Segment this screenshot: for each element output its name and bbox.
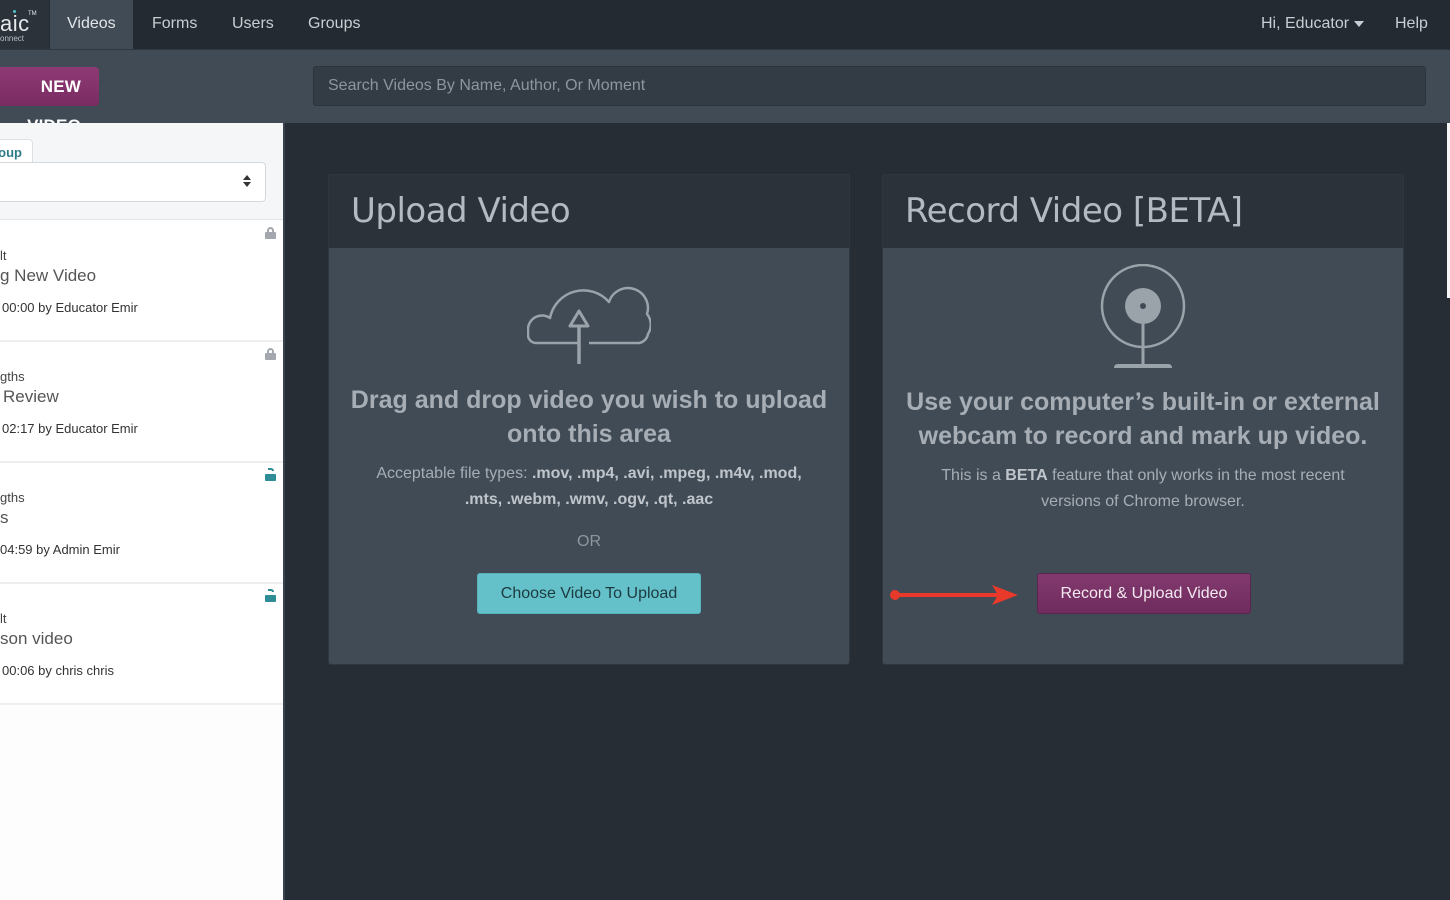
- annotation-arrow-icon: [890, 585, 1018, 605]
- file-types-label: Acceptable file types:: [376, 465, 532, 482]
- select-arrows-icon: [243, 175, 251, 187]
- video-list-item[interactable]: gths s 04:59 by Admin Emir: [0, 463, 283, 584]
- logo-dot: [13, 10, 16, 13]
- record-upload-button[interactable]: Record & Upload Video: [1037, 573, 1251, 614]
- nav-tab-groups[interactable]: Groups: [291, 0, 377, 49]
- video-list-sidebar: oup lt g New Video 00:00 by Educator Emi…: [0, 123, 285, 900]
- cloud-upload-icon: [329, 284, 849, 369]
- user-menu[interactable]: Hi, Educator: [1261, 0, 1365, 49]
- video-list-item[interactable]: gths Review 02:17 by Educator Emir: [0, 342, 283, 463]
- file-types-text: Acceptable file types: .mov, .mp4, .avi,…: [359, 461, 819, 513]
- user-menu-label: Hi, Educator: [1261, 15, 1350, 32]
- upload-video-panel[interactable]: Upload Video Drag and drop video you wis…: [328, 174, 850, 665]
- record-panel-title: Record Video [BETA]: [883, 175, 1403, 248]
- new-video-button[interactable]: NEW VIDEO: [0, 67, 99, 135]
- nav-tab-forms[interactable]: Forms: [135, 0, 214, 49]
- caret-down-icon: [1354, 20, 1365, 27]
- group-select[interactable]: [0, 162, 266, 202]
- nav-tab-users[interactable]: Users: [215, 0, 291, 49]
- logo[interactable]: aic TM onnect: [0, 0, 49, 49]
- beta-note-suffix: feature that only works in the most rece…: [1041, 467, 1345, 510]
- logo-subtext: onnect: [0, 34, 25, 43]
- unlock-icon: [265, 468, 276, 481]
- video-group: gths: [0, 490, 25, 505]
- logo-tm: TM: [28, 11, 37, 17]
- video-group: lt: [0, 248, 7, 263]
- beta-note: This is a BETA feature that only works i…: [913, 463, 1373, 515]
- upload-drop-zone[interactable]: Drag and drop video you wish to upload o…: [329, 248, 849, 664]
- video-group: lt: [0, 611, 7, 626]
- beta-note-prefix: This is a: [941, 467, 1006, 484]
- lock-icon: [265, 348, 276, 360]
- sidebar-header: oup: [0, 123, 283, 220]
- help-link[interactable]: Help: [1395, 0, 1428, 49]
- video-title: s: [0, 508, 9, 527]
- toolbar: NEW VIDEO Search Videos By Name, Author,…: [0, 49, 1450, 135]
- video-meta: 02:17 by Educator Emir: [2, 421, 138, 436]
- video-meta: 00:06 by chris chris: [2, 663, 114, 678]
- upload-heading: Drag and drop video you wish to upload o…: [350, 386, 828, 448]
- video-meta: 04:59 by Admin Emir: [0, 542, 120, 557]
- video-title: son video: [0, 629, 73, 648]
- top-nav: aic TM onnect Videos Forms Users Groups …: [0, 0, 1450, 49]
- video-meta: 00:00 by Educator Emir: [2, 300, 138, 315]
- video-title: Review: [3, 387, 59, 406]
- nav-tab-videos[interactable]: Videos: [50, 0, 133, 49]
- choose-video-button[interactable]: Choose Video To Upload: [477, 573, 701, 614]
- video-list-item[interactable]: lt g New Video 00:00 by Educator Emir: [0, 221, 283, 342]
- record-heading: Use your computer’s built-in or external…: [906, 388, 1380, 450]
- webcam-icon: [883, 263, 1403, 375]
- lock-icon: [265, 227, 276, 239]
- video-group: gths: [0, 369, 25, 384]
- search-input[interactable]: Search Videos By Name, Author, Or Moment: [313, 66, 1426, 106]
- upload-panel-title: Upload Video: [329, 175, 849, 248]
- beta-note-bold: BETA: [1005, 467, 1048, 484]
- tab-group[interactable]: oup: [0, 139, 33, 164]
- or-divider: OR: [577, 533, 601, 550]
- video-title: g New Video: [0, 266, 97, 285]
- video-list-item[interactable]: lt son video 00:06 by chris chris: [0, 584, 283, 705]
- unlock-icon: [265, 589, 276, 602]
